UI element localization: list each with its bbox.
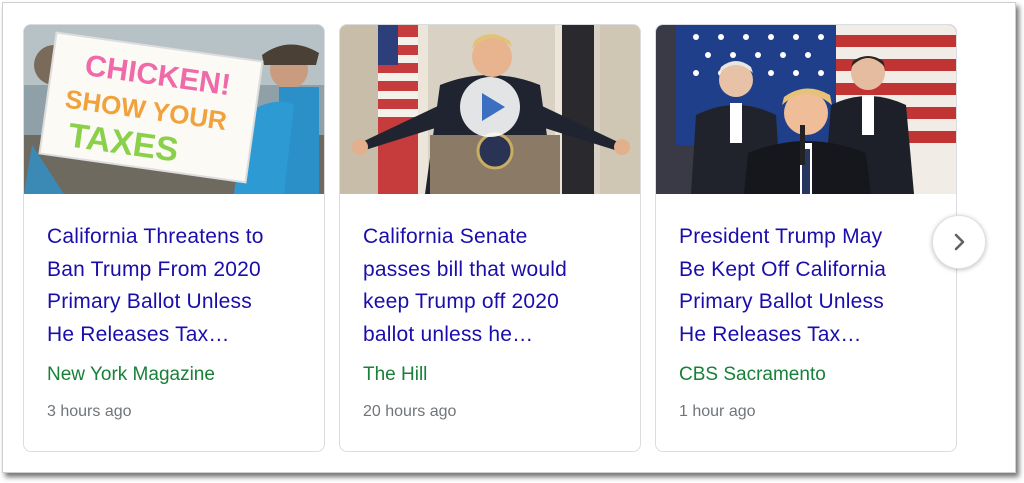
protest-sign-photo: CHICKEN! SHOW YOUR TAXES	[24, 25, 324, 194]
headline-line: California Threatens to	[47, 225, 264, 248]
news-thumbnail-1[interactable]: CHICKEN! SHOW YOUR TAXES	[24, 25, 324, 194]
news-headline-3[interactable]: President Trump May Be Kept Off Californ…	[679, 221, 939, 351]
news-time-1: 3 hours ago	[47, 403, 132, 420]
news-carousel-frame: CHICKEN! SHOW YOUR TAXES California Thre…	[2, 2, 1016, 473]
speech-podium-photo	[340, 25, 640, 194]
headline-line: Primary Ballot Unless	[679, 290, 884, 313]
headline-line: California Senate	[363, 225, 528, 248]
headline-line: He Releases Tax…	[47, 322, 230, 346]
news-thumbnail-2[interactable]	[340, 25, 640, 194]
news-card-2[interactable]: California Senate passes bill that would…	[339, 24, 641, 452]
news-headline-1[interactable]: California Threatens to Ban Trump From 2…	[47, 221, 307, 351]
congress-address-photo	[656, 25, 956, 194]
headline-line: keep Trump off 2020	[363, 290, 560, 313]
headline-line: Primary Ballot Unless	[47, 290, 252, 313]
news-source-1: New York Magazine	[47, 364, 215, 385]
news-card-3[interactable]: President Trump May Be Kept Off Californ…	[655, 24, 957, 452]
headline-line: ballot unless he…	[363, 322, 534, 346]
headline-line: President Trump May	[679, 225, 883, 248]
news-source-3: CBS Sacramento	[679, 364, 826, 385]
news-thumbnail-3[interactable]	[656, 25, 956, 194]
top-stories-carousel: CHICKEN! SHOW YOUR TAXES California Thre…	[3, 3, 1015, 472]
news-source-2: The Hill	[363, 364, 428, 385]
headline-line: He Releases Tax…	[679, 322, 862, 346]
headline-line: Ban Trump From 2020	[47, 257, 261, 281]
headline-line: Be Kept Off California	[679, 257, 887, 281]
news-headline-2[interactable]: California Senate passes bill that would…	[363, 221, 623, 351]
news-time-3: 1 hour ago	[679, 403, 756, 420]
headline-line: passes bill that would	[363, 257, 568, 281]
news-card-1[interactable]: CHICKEN! SHOW YOUR TAXES California Thre…	[23, 24, 325, 452]
chevron-right-icon	[954, 233, 965, 251]
carousel-next-button[interactable]	[932, 215, 986, 269]
news-time-2: 20 hours ago	[363, 403, 457, 420]
